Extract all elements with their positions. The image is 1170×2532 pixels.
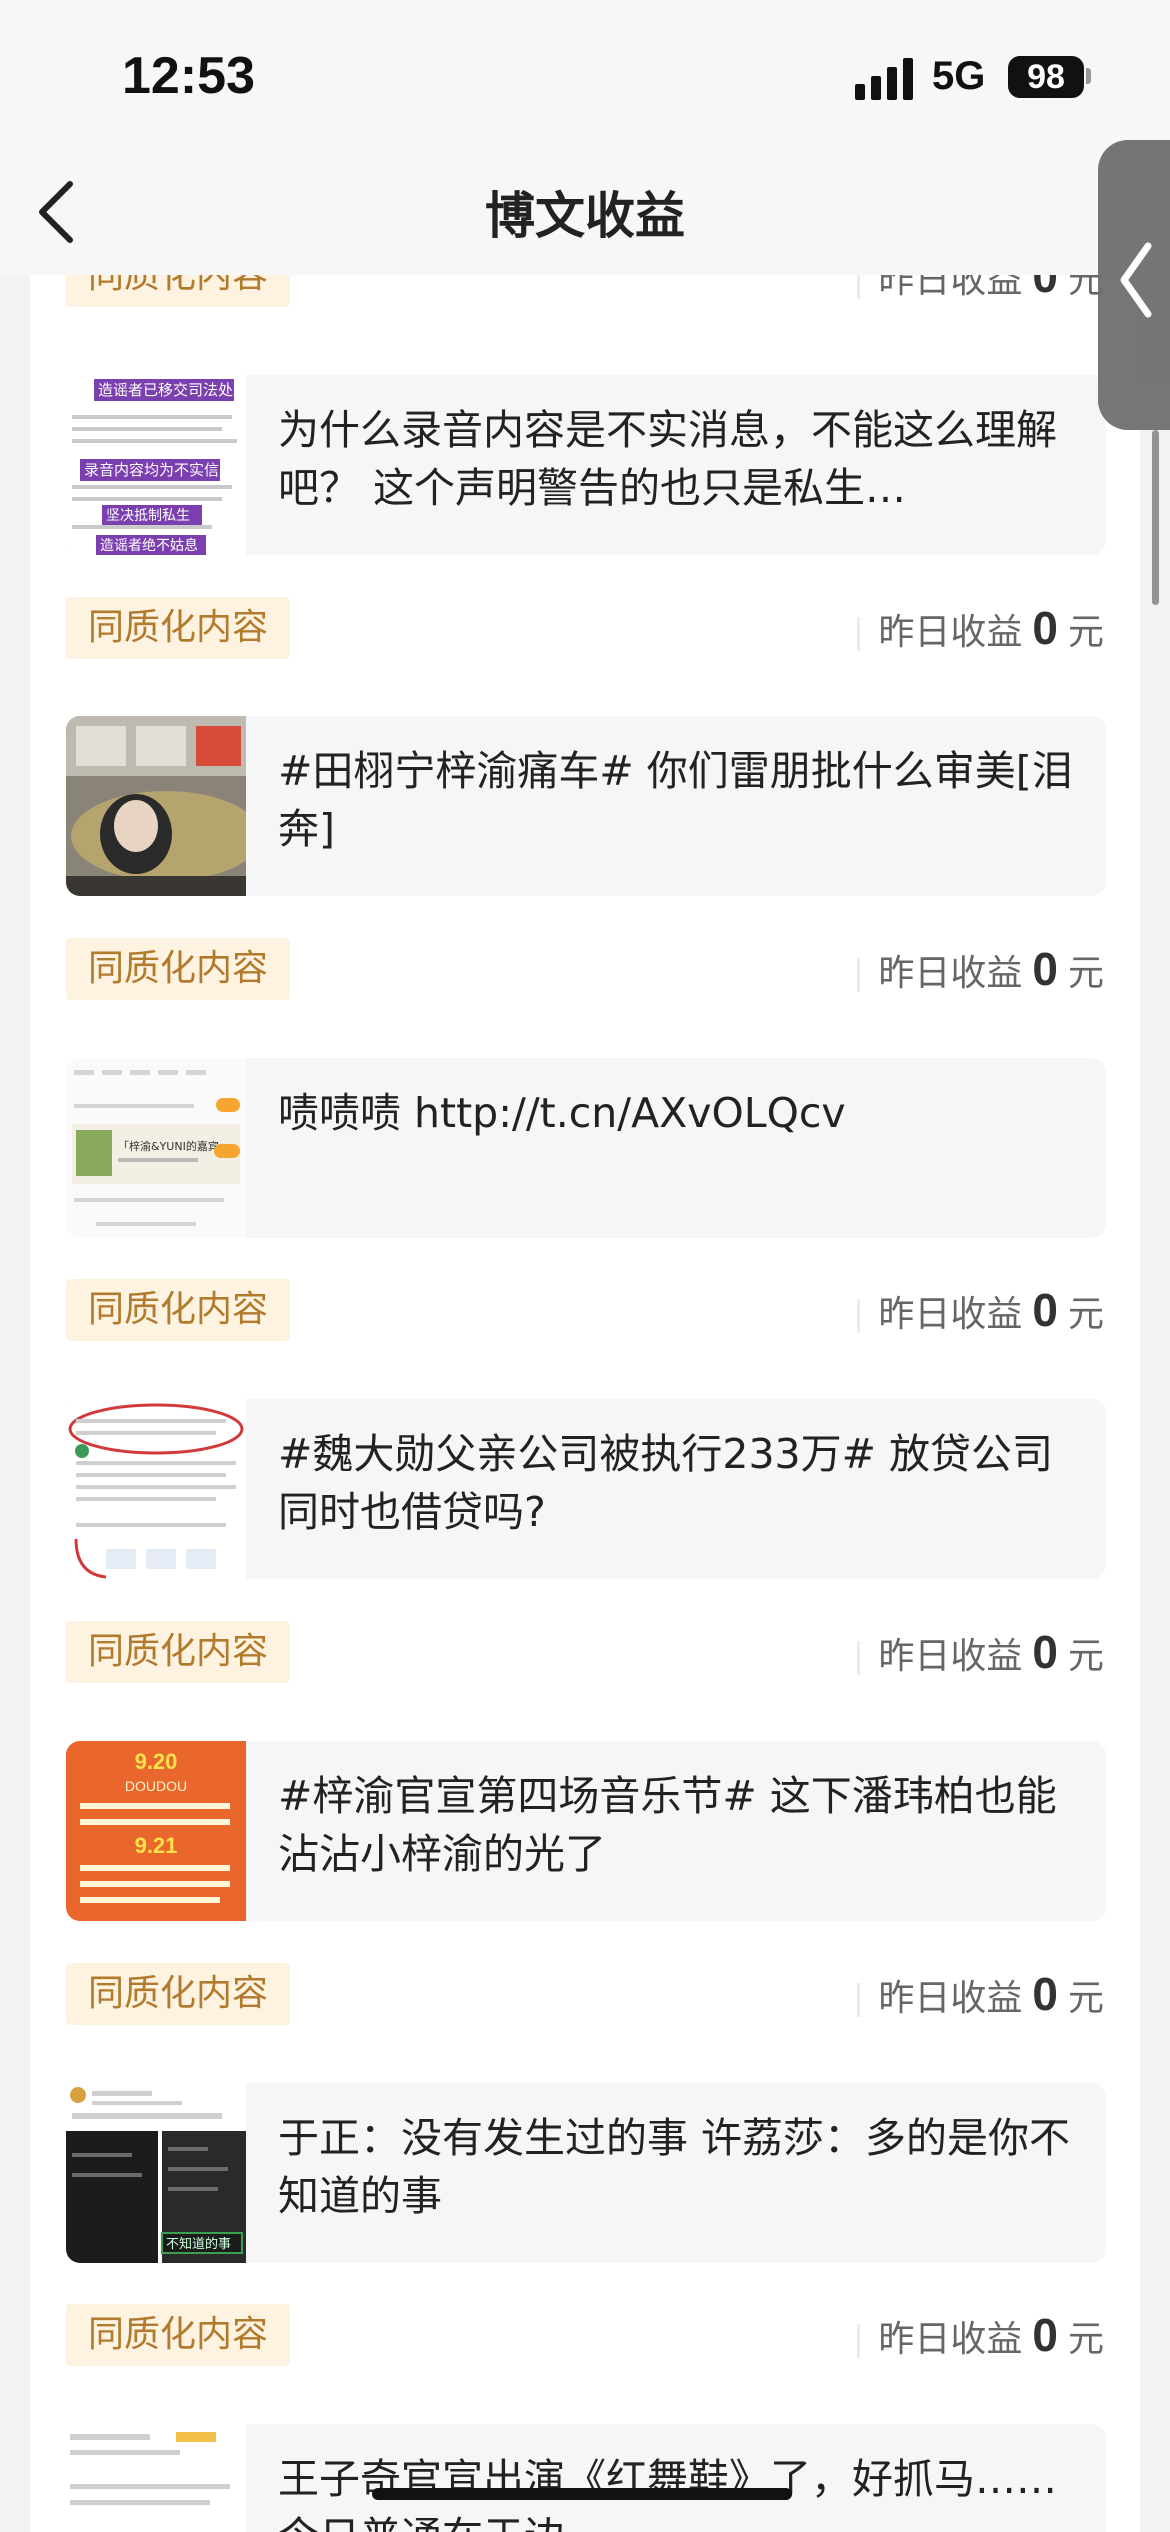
post-thumbnail [66,716,246,896]
homogenized-content-tag: 同质化内容 [66,2304,291,2366]
earnings-value: 0 [1032,1284,1058,1336]
earnings-value: 0 [1032,943,1058,995]
post-thumbnail [66,2424,246,2532]
divider [857,2324,861,2358]
post-text: #梓渝官宣第四场音乐节# 这下潘玮柏也能沾沾小梓渝的光了 [278,1772,1057,1878]
thumb-caption: 造谣者已移交司法处理 [98,381,246,399]
post-text: #田栩宁梓渝痛车# 你们雷朋批什么审美[泪奔] [278,747,1073,853]
thumb-caption: 造谣者绝不姑息 [100,537,198,554]
post-card[interactable]: #魏大勋父亲公司被执行233万# 放贷公司同时也借贷吗? [66,1399,1106,1579]
earnings-value: 0 [1032,1968,1058,2020]
thumb-caption: 坚决抵制私生 [106,508,190,524]
page-title: 博文收益 [485,187,685,245]
yesterday-earnings: 昨日收益 0 元 [857,938,1104,1000]
post-card[interactable]: #田栩宁梓渝痛车# 你们雷朋批什么审美[泪奔] [66,716,1106,896]
homogenized-content-tag: 同质化内容 [66,1279,291,1341]
status-time: 12:53 [122,47,255,105]
earnings-label: 昨日收益 [878,1294,1023,1335]
post-card[interactable]: 9.20 DOUDOU 9.21 #梓渝官宣第四场音乐节# 这下潘玮柏也能沾沾小… [66,1741,1106,1921]
earnings-label: 昨日收益 [878,612,1023,653]
thumb-caption: 不知道的事 [166,2236,231,2252]
divider [857,617,861,651]
post-meta-row: 同质化内容 昨日收益 0 元 [30,597,1140,659]
cellular-signal-icon [855,58,913,100]
nav-bar: 博文收益 [0,150,1170,275]
battery-tip [1086,68,1091,84]
earnings-value: 0 [1032,275,1058,302]
divider [857,1641,861,1675]
yesterday-earnings: 昨日收益 0 元 [857,1279,1104,1341]
earnings-label: 昨日收益 [878,2319,1023,2360]
post-card[interactable]: 不知道的事 于正：没有发生过的事 许荔莎：多的是你不知道的事 [66,2083,1106,2263]
post-card[interactable]: 王子奇官宣出演《红舞鞋》了，好抓马……今日普通在于边 [66,2424,1106,2532]
earnings-unit: 元 [1067,1294,1104,1335]
post-card[interactable]: 「梓渝&YUNI的嘉宾」 啧啧啧 http://t.cn/AXvOLQcv [66,1058,1106,1238]
post-thumbnail: 9.20 DOUDOU 9.21 [66,1741,246,1921]
homogenized-content-tag: 同质化内容 [66,1621,291,1683]
post-text: 啧啧啧 http://t.cn/AXvOLQcv [278,1089,846,1137]
post-thumbnail: 造谣者已移交司法处理 录音内容均为不实信息 坚决抵制私生 造谣者绝不姑息 [66,375,246,555]
scrollbar[interactable] [1152,430,1159,605]
thumb-caption: 9.21 [135,1833,178,1858]
thumb-caption: DOUDOU [125,1778,187,1794]
battery-icon: 98 [1008,56,1084,98]
post-card[interactable]: 造谣者已移交司法处理 录音内容均为不实信息 坚决抵制私生 造谣者绝不姑息 为什么… [66,375,1106,555]
homogenized-content-tag: 同质化内容 [66,1963,291,2025]
post-text: #魏大勋父亲公司被执行233万# 放贷公司同时也借贷吗? [278,1430,1053,1536]
earnings-unit: 元 [1067,2319,1104,2360]
earnings-value: 0 [1032,602,1058,654]
earnings-unit: 元 [1067,612,1104,653]
post-thumbnail [66,1399,246,1579]
earnings-label: 昨日收益 [878,953,1023,994]
divider [857,275,861,299]
homogenized-content-tag: 同质化内容 [66,938,291,1000]
earnings-unit: 元 [1067,1978,1104,2019]
post-meta-row: 同质化内容 昨日收益 0 元 [30,938,1140,1000]
post-text: 于正：没有发生过的事 许荔莎：多的是你不知道的事 [278,2114,1071,2220]
yesterday-earnings: 昨日收益 0 元 [857,275,1104,307]
thumb-caption: 9.20 [135,1749,178,1774]
chevron-left-icon [1120,242,1152,318]
post-text: 为什么录音内容是不实消息，不能这么理解吧？ 这个声明警告的也只是私生… [278,406,1057,512]
yesterday-earnings: 昨日收益 0 元 [857,1621,1104,1683]
post-meta-row: 同质化内容 昨日收益 0 元 [30,1963,1140,2025]
homogenized-content-tag: 同质化内容 [66,275,291,307]
post-meta-row: 同质化内容 昨日收益 0 元 [30,1279,1140,1341]
earnings-label: 昨日收益 [878,1978,1023,2019]
homogenized-content-tag: 同质化内容 [66,597,291,659]
yesterday-earnings: 昨日收益 0 元 [857,2304,1104,2366]
post-earnings-list: 同质化内容 昨日收益 0 元 造谣者已移交司法处理 录音内容均为不实信息 坚决抵制私… [30,275,1140,2532]
home-indicator[interactable] [372,2488,792,2500]
floating-side-tab[interactable] [1098,140,1170,430]
earnings-value: 0 [1032,1626,1058,1678]
thumb-caption: 录音内容均为不实信息 [84,461,234,479]
divider [857,1983,861,2017]
post-meta-row: 同质化内容 昨日收益 0 元 [30,2304,1140,2366]
earnings-label: 昨日收益 [878,1636,1023,1677]
divider [857,1299,861,1333]
thumb-caption: 「梓渝&YUNI的嘉宾」 [118,1139,230,1153]
divider [857,958,861,992]
post-meta-row: 同质化内容 昨日收益 0 元 [30,275,1140,307]
post-meta-row: 同质化内容 昨日收益 0 元 [30,1621,1140,1683]
earnings-unit: 元 [1067,1636,1104,1677]
earnings-value: 0 [1032,2309,1058,2361]
earnings-unit: 元 [1067,953,1104,994]
network-type: 5G [932,54,986,98]
yesterday-earnings: 昨日收益 0 元 [857,1963,1104,2025]
post-thumbnail: 不知道的事 [66,2083,246,2263]
earnings-label: 昨日收益 [878,275,1023,301]
yesterday-earnings: 昨日收益 0 元 [857,597,1104,659]
post-thumbnail: 「梓渝&YUNI的嘉宾」 [66,1058,246,1238]
status-bar: 12:53 5G 98 [0,0,1170,150]
